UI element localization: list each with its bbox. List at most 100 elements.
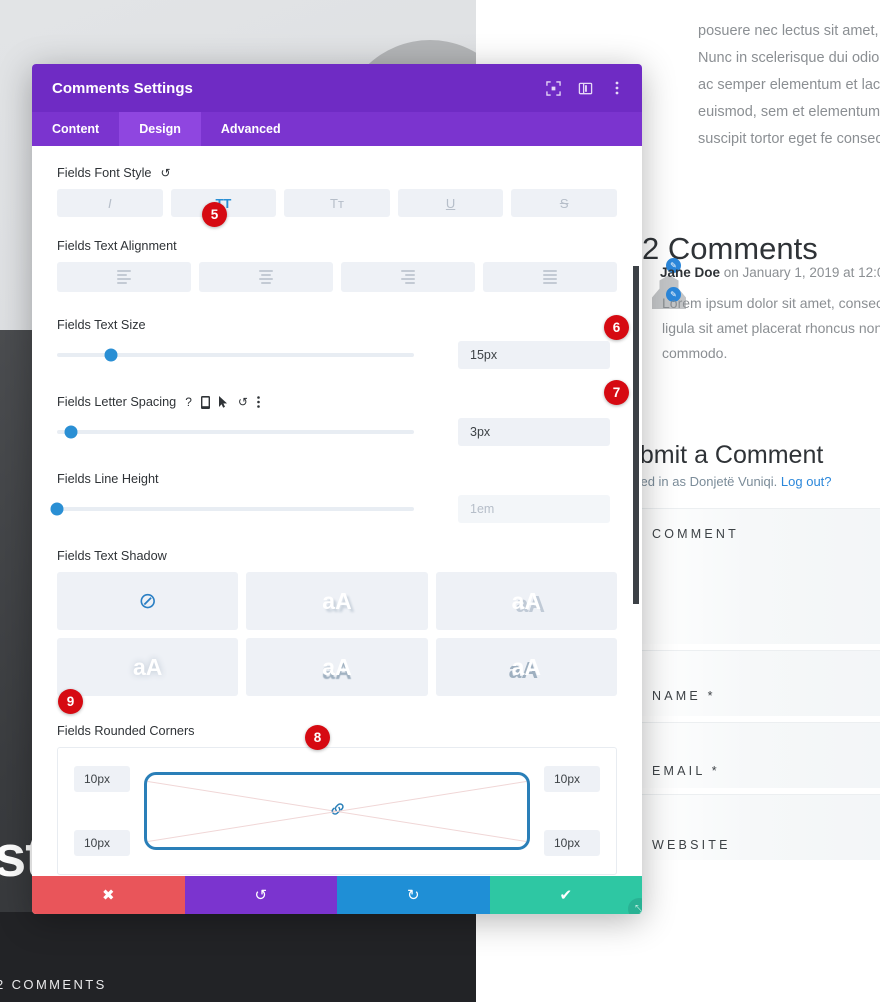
align-justify-option[interactable] (483, 262, 617, 292)
label-text: Fields Letter Spacing (57, 395, 177, 409)
save-button[interactable]: ✔ (489, 876, 642, 914)
fields-letter-spacing-section: Fields Letter Spacing ? ↺ 3px (32, 395, 642, 446)
fields-letter-spacing-label: Fields Letter Spacing ? ↺ (57, 395, 617, 409)
modal-tabs: Content Design Advanced (32, 112, 642, 146)
name-field[interactable] (628, 650, 880, 716)
email-field[interactable] (628, 722, 880, 788)
fields-line-height-section: Fields Line Height 1em (32, 472, 642, 523)
layout-columns-icon[interactable] (576, 79, 594, 97)
logged-in-notice: gged in as Donjetë Vuniqi. Log out? (626, 474, 832, 489)
modal-scrollbar[interactable] (633, 266, 639, 604)
line-height-slider-knob[interactable] (50, 502, 64, 516)
rounded-corners-widget: 10px 10px 10px 10px (57, 747, 617, 875)
tab-content[interactable]: Content (32, 112, 119, 146)
letter-spacing-value[interactable]: 3px (458, 418, 610, 446)
submit-comment-heading: ubmit a Comment (626, 441, 824, 469)
email-field-label: EMAIL * (652, 764, 720, 778)
comment-date: on January 1, 2019 at 12:00 p (723, 265, 880, 280)
modal-footer-actions: ✖ ↺ ↻ ✔ ⤡ (32, 876, 642, 914)
align-justify-icon (543, 270, 557, 284)
line-height-value[interactable]: 1em (458, 495, 610, 523)
strikethrough-option[interactable]: S (511, 189, 617, 217)
fields-rounded-corners-section: Fields Rounded Corners 10px 10px 10px 10… (32, 724, 642, 875)
comment-field-label: COMMENT (652, 527, 739, 541)
line-height-slider[interactable] (50, 502, 414, 516)
name-field-label: NAME * (652, 689, 716, 703)
annotation-badge-6: 6 (604, 315, 629, 340)
align-right-option[interactable] (341, 262, 475, 292)
line-height-slider-row: 1em (50, 495, 617, 523)
shadow-none-option[interactable]: ⊘ (57, 572, 239, 630)
cancel-button[interactable]: ✖ (32, 876, 185, 914)
modal-header-actions (544, 79, 626, 97)
corner-preview-box (144, 772, 530, 850)
italic-glyph: I (107, 195, 112, 211)
fields-line-height-label: Fields Line Height (57, 472, 159, 486)
comment-meta: Jane Doe on January 1, 2019 at 12:00 p (660, 265, 880, 280)
corner-top-right-input[interactable]: 10px (544, 766, 600, 792)
fields-font-style-label: Fields Font Style ↺ (57, 166, 617, 180)
article-paragraph: posuere nec lectus sit amet, pulvinar ac… (698, 23, 880, 147)
text-size-slider[interactable] (57, 348, 414, 362)
tab-design[interactable]: Design (119, 112, 201, 146)
reset-icon[interactable]: ↺ (161, 166, 171, 180)
shadow-soft-right-option[interactable]: aA (246, 572, 428, 630)
annotation-badge-5: 5 (202, 202, 227, 227)
text-size-value[interactable]: 15px (458, 341, 610, 369)
annotation-badge-8: 8 (305, 725, 330, 750)
align-center-option[interactable] (199, 262, 333, 292)
comments-settings-modal: Comments Settings Content Design Advance… (32, 64, 642, 914)
fields-text-shadow-section: Fields Text Shadow ⊘ aA aA aA aA aA (32, 549, 642, 696)
fields-text-size-section: Fields Text Size 15px (32, 318, 642, 369)
modal-title: Comments Settings (52, 79, 193, 97)
underline-glyph: U (445, 195, 456, 211)
modal-header: Comments Settings (32, 64, 642, 112)
undo-button[interactable]: ↺ (184, 876, 337, 914)
underline-option[interactable]: U (397, 189, 504, 217)
annotation-badge-7: 7 (604, 380, 629, 405)
letter-spacing-slider[interactable] (57, 425, 414, 439)
smallcaps-option[interactable]: Tт (284, 189, 390, 217)
letter-spacing-slider-row: 3px (57, 418, 617, 446)
reset-icon[interactable]: ↺ (238, 395, 248, 409)
align-left-icon (117, 270, 131, 284)
fields-text-alignment-section: Fields Text Alignment (32, 239, 642, 292)
fields-font-style-section: Fields Font Style ↺ I TT Tт U S (32, 166, 642, 217)
redo-button[interactable]: ↻ (337, 876, 490, 914)
strike-glyph: S (559, 195, 569, 211)
responsive-mobile-icon[interactable] (200, 395, 210, 409)
fullscreen-icon[interactable] (544, 79, 562, 97)
align-left-option[interactable] (57, 262, 191, 292)
fields-rounded-corners-label: Fields Rounded Corners (57, 724, 195, 738)
corner-bottom-left-input[interactable]: 10px (74, 830, 130, 856)
annotation-badge-9: 9 (58, 689, 83, 714)
label-text: Fields Font Style (57, 166, 152, 180)
link-corners-icon[interactable] (330, 802, 345, 821)
comment-body: Lorem ipsum dolor sit amet, consectetu f… (662, 295, 880, 361)
comment-author: Jane Doe (660, 265, 721, 280)
text-shadow-options: ⊘ aA aA aA aA aA (57, 572, 617, 696)
more-options-icon[interactable] (257, 396, 260, 408)
text-size-slider-knob[interactable] (104, 348, 118, 362)
more-options-icon[interactable] (608, 79, 626, 97)
logout-link[interactable]: Log out? (781, 474, 832, 489)
resize-handle[interactable]: ⤡ (628, 898, 642, 914)
text-alignment-options (57, 262, 617, 292)
hover-cursor-icon[interactable] (218, 396, 229, 408)
letter-spacing-slider-knob[interactable] (64, 425, 78, 439)
website-field-label: WEBSITE (652, 838, 731, 852)
shadow-hard-right-option[interactable]: aA (435, 572, 617, 630)
corner-top-left-input[interactable]: 10px (74, 766, 130, 792)
shadow-left-option[interactable]: aA (435, 638, 617, 696)
italic-option[interactable]: I (57, 189, 163, 217)
modal-body: Fields Font Style ↺ I TT Tт U S Fields T… (32, 146, 642, 876)
help-icon[interactable]: ? (185, 395, 192, 409)
fields-text-size-label: Fields Text Size (57, 318, 146, 332)
align-center-icon (259, 270, 273, 284)
corner-bottom-right-input[interactable]: 10px (544, 830, 600, 856)
tab-advanced[interactable]: Advanced (201, 112, 301, 146)
fields-text-shadow-label: Fields Text Shadow (57, 549, 167, 563)
font-style-options: I TT Tт U S (57, 189, 617, 217)
shadow-bottom-option[interactable]: aA (246, 638, 428, 696)
shadow-blur-option[interactable]: aA (57, 638, 239, 696)
